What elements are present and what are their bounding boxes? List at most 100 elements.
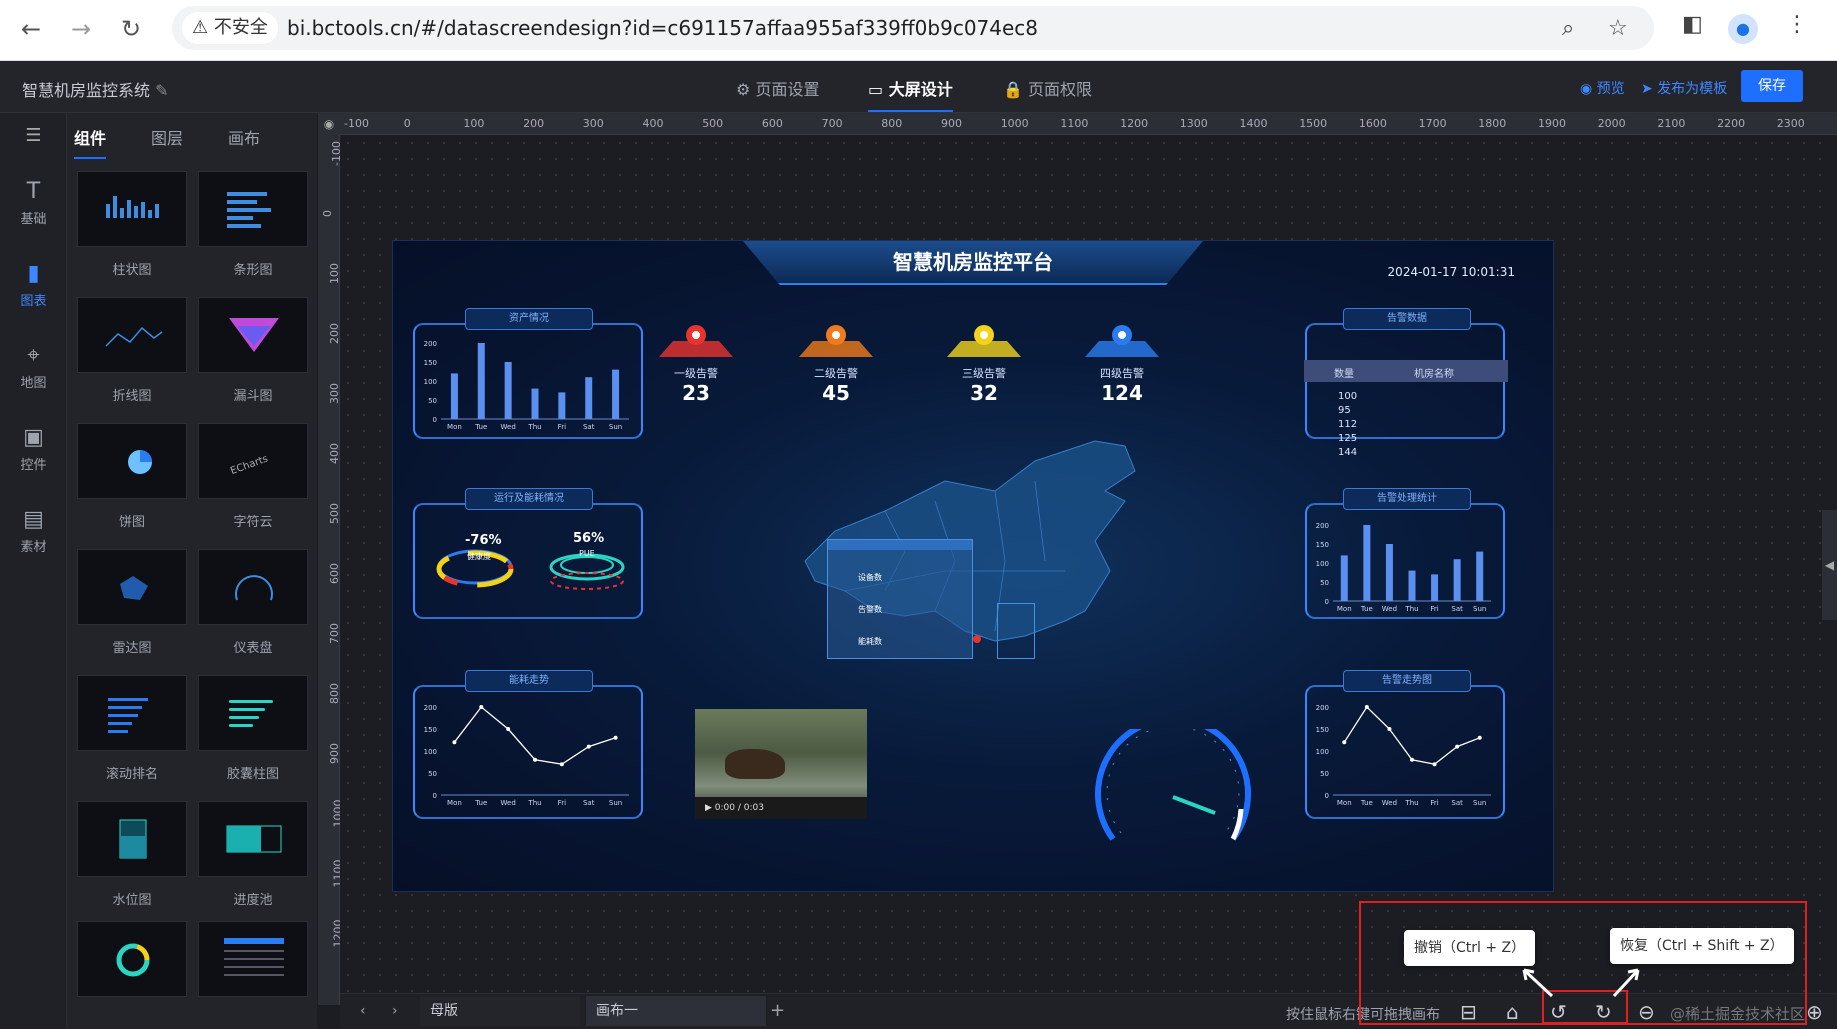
component-ring[interactable]: [77, 921, 187, 997]
component-progress[interactable]: 进度池: [198, 801, 308, 908]
tab-components[interactable]: 组件: [74, 125, 107, 159]
widget-title-energy[interactable]: 能耗走势: [465, 670, 593, 692]
dashboard-screen[interactable]: 智慧机房监控平台 2024-01-17 10:01:31 资产情况 0 50 100…: [392, 240, 1554, 892]
widget-title-alarm-stats[interactable]: 告警处理统计: [1343, 488, 1471, 510]
point[interactable]: [1410, 757, 1414, 762]
bar[interactable]: [1476, 551, 1484, 601]
component-capsule[interactable]: 胶囊柱图: [198, 675, 308, 782]
bar[interactable]: [450, 373, 458, 419]
bar[interactable]: [531, 388, 539, 419]
alarm-level-4[interactable]: 四级告警 124: [1077, 319, 1167, 405]
url-text[interactable]: bi.bctools.cn/#/datascreendesign?id=c691…: [287, 6, 1038, 50]
bar[interactable]: [1340, 555, 1348, 601]
video-player[interactable]: ▶ 0:00 / 0:03: [695, 709, 867, 819]
bar[interactable]: [1453, 559, 1461, 601]
add-canvas-icon[interactable]: +: [770, 1000, 785, 1021]
point[interactable]: [452, 740, 457, 745]
component-cloud[interactable]: ECharts 字符云: [198, 423, 308, 530]
alarm-level-2[interactable]: 二级告警 45: [791, 319, 881, 405]
series-line[interactable]: [1343, 705, 1480, 765]
health-gauge[interactable]: [433, 539, 523, 599]
back-arrow-icon[interactable]: ←: [16, 14, 46, 44]
alarm-stats-bar-chart[interactable]: 0 50 100 150 200 Mon Tue Wed Thu Fri Sat Sun: [1309, 511, 1499, 623]
forward-arrow-icon[interactable]: →: [66, 14, 96, 44]
browser-menu-icon[interactable]: ⋮: [1786, 12, 1808, 37]
widget-title-alarm-data[interactable]: 告警数据: [1343, 308, 1471, 330]
widget-title-alarm-trend[interactable]: 告警走势图: [1343, 670, 1471, 692]
point[interactable]: [1342, 740, 1347, 745]
security-indicator[interactable]: ⚠ 不安全: [182, 12, 278, 44]
menu-icon[interactable]: ☰: [0, 125, 67, 146]
play-icon[interactable]: ▶: [705, 803, 712, 813]
bar[interactable]: [1363, 525, 1371, 601]
profile-avatar[interactable]: ●: [1728, 14, 1758, 44]
next-page-icon[interactable]: ›: [392, 1003, 398, 1019]
point[interactable]: [1387, 727, 1392, 731]
address-bar[interactable]: ⚠ 不安全 bi.bctools.cn/#/datascreendesign?i…: [172, 6, 1654, 50]
zoom-search-icon[interactable]: ⌕: [1562, 16, 1574, 41]
component-water[interactable]: 水位图: [77, 801, 187, 908]
component-table[interactable]: [198, 921, 308, 997]
widget-title-ops[interactable]: 运行及能耗情况: [465, 488, 593, 510]
prev-page-icon[interactable]: ‹: [360, 1003, 366, 1019]
zoom-in-icon[interactable]: ⊕: [1806, 1000, 1823, 1024]
edit-pencil-icon[interactable]: ✎: [155, 81, 168, 100]
bar[interactable]: [1385, 544, 1393, 601]
tab-master[interactable]: 母版: [420, 996, 580, 1026]
point[interactable]: [1455, 744, 1460, 749]
alarm-level-3[interactable]: 三级告警 32: [939, 319, 1029, 405]
side-panel-icon[interactable]: ◧: [1682, 12, 1703, 37]
bar[interactable]: [612, 369, 620, 419]
save-button[interactable]: 保存: [1741, 70, 1803, 102]
point[interactable]: [613, 735, 618, 740]
energy-line-chart[interactable]: 0 50 100 150 200 Mon Tue Wed Thu Fri Sat Sun: [417, 693, 637, 817]
point[interactable]: [479, 705, 484, 709]
component-pie[interactable]: 饼图: [77, 423, 187, 530]
point[interactable]: [533, 757, 537, 762]
tab-canvas[interactable]: 画布: [228, 125, 260, 149]
component-gauge[interactable]: 仪表盘: [198, 549, 308, 656]
reload-icon[interactable]: ↻: [116, 14, 146, 44]
preview-link[interactable]: ◉ 预览: [1580, 78, 1625, 98]
point[interactable]: [1432, 762, 1437, 767]
sidebar-item-map[interactable]: ⌖ 地图: [0, 343, 67, 391]
bookmark-star-icon[interactable]: ☆: [1608, 16, 1628, 41]
video-controls[interactable]: ▶ 0:00 / 0:03: [695, 797, 867, 819]
screen-datetime[interactable]: 2024-01-17 10:01:31: [1388, 265, 1515, 279]
asset-bar-chart[interactable]: 0 50 100 150 200 Mon Tue Wed Thu Fri Sat Sun: [417, 329, 637, 441]
bar[interactable]: [558, 392, 566, 419]
sidebar-item-assets[interactable]: ▤ 素材: [0, 507, 67, 555]
bar[interactable]: [585, 377, 593, 419]
tab-canvas-one[interactable]: 画布一: [586, 996, 766, 1026]
component-radar[interactable]: 雷达图: [77, 549, 187, 656]
map-popup[interactable]: 设备数 告警数 能耗数: [827, 539, 973, 659]
component-rank[interactable]: 滚动排名: [77, 675, 187, 782]
ruler-visibility-eye-icon[interactable]: ◉: [318, 113, 340, 135]
publish-template-link[interactable]: ➤ 发布为模板: [1641, 78, 1727, 98]
component-line[interactable]: 折线图: [77, 297, 187, 404]
sidebar-item-controls[interactable]: ▣ 控件: [0, 425, 67, 473]
point[interactable]: [1364, 705, 1369, 709]
alarm-trend-line-chart[interactable]: 0 50 100 150 200 Mon Tue Wed Thu Fri Sat Sun: [1309, 693, 1499, 817]
point[interactable]: [506, 727, 511, 731]
component-funnel[interactable]: 漏斗图: [198, 297, 308, 404]
alarm-level-1[interactable]: 一级告警 23: [651, 319, 741, 405]
pue-gauge[interactable]: [543, 539, 633, 599]
tab-page-permission[interactable]: 🔒 页面权限: [1003, 76, 1092, 100]
sidebar-item-basic[interactable]: T 基础: [0, 179, 67, 227]
point[interactable]: [1477, 735, 1482, 740]
bar[interactable]: [504, 362, 512, 419]
screen-title[interactable]: 智慧机房监控平台: [743, 241, 1203, 285]
tab-layers[interactable]: 图层: [151, 125, 183, 149]
bar[interactable]: [1408, 570, 1416, 601]
right-panel-collapse-icon[interactable]: ◀: [1822, 510, 1837, 620]
speed-gauge[interactable]: [1093, 729, 1253, 859]
point[interactable]: [559, 762, 564, 767]
sidebar-item-charts[interactable]: ▮ 图表: [0, 261, 67, 309]
component-hbars[interactable]: 条形图: [198, 171, 308, 278]
bar[interactable]: [477, 343, 485, 419]
tab-page-settings[interactable]: ⚙ 页面设置: [736, 76, 819, 100]
component-bars[interactable]: 柱状图: [77, 171, 187, 278]
widget-title-asset[interactable]: 资产情况: [465, 308, 593, 330]
point[interactable]: [586, 744, 591, 749]
